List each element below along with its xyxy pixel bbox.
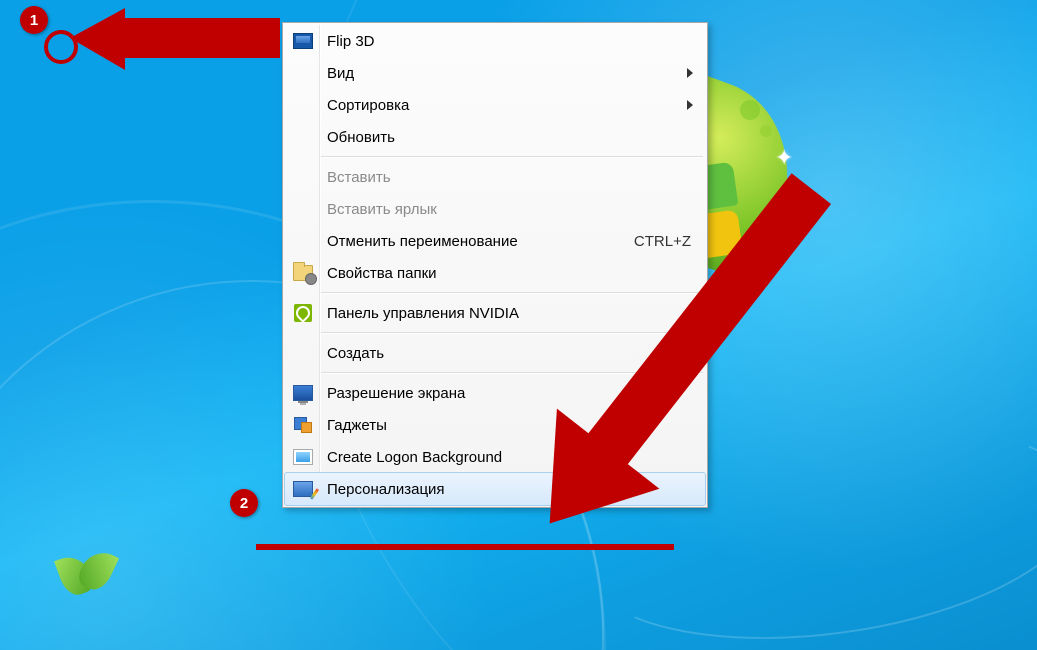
menu-item[interactable]: Вид — [285, 57, 705, 89]
annotation-arrow-1 — [70, 8, 280, 68]
menu-item[interactable]: Сортировка — [285, 89, 705, 121]
personalize-icon — [293, 479, 313, 499]
submenu-arrow-icon — [687, 68, 693, 78]
flip3d-icon — [293, 31, 313, 51]
annotation-underline — [256, 544, 674, 550]
desktop-background[interactable]: ✦ 1 2 Flip 3DВидСортировкаОбновитьВстави… — [0, 0, 1037, 650]
annotation-marker-1: 1 — [20, 6, 48, 34]
menu-item[interactable]: Flip 3D — [285, 25, 705, 57]
logon-background-icon — [293, 447, 313, 467]
decorative-leaf — [60, 550, 120, 600]
menu-item[interactable]: Обновить — [285, 121, 705, 153]
gadgets-icon — [293, 415, 313, 435]
annotation-arrow-2 — [535, 170, 815, 540]
menu-item-label: Обновить — [327, 129, 697, 146]
screen-resolution-icon — [293, 383, 313, 403]
menu-item-label: Сортировка — [327, 97, 687, 114]
menu-item-label: Вид — [327, 65, 687, 82]
annotation-marker-2: 2 — [230, 489, 258, 517]
menu-item-label: Flip 3D — [327, 33, 697, 50]
nvidia-icon — [293, 303, 313, 323]
folder-options-icon — [293, 263, 313, 283]
menu-separator — [321, 156, 703, 158]
submenu-arrow-icon — [687, 100, 693, 110]
